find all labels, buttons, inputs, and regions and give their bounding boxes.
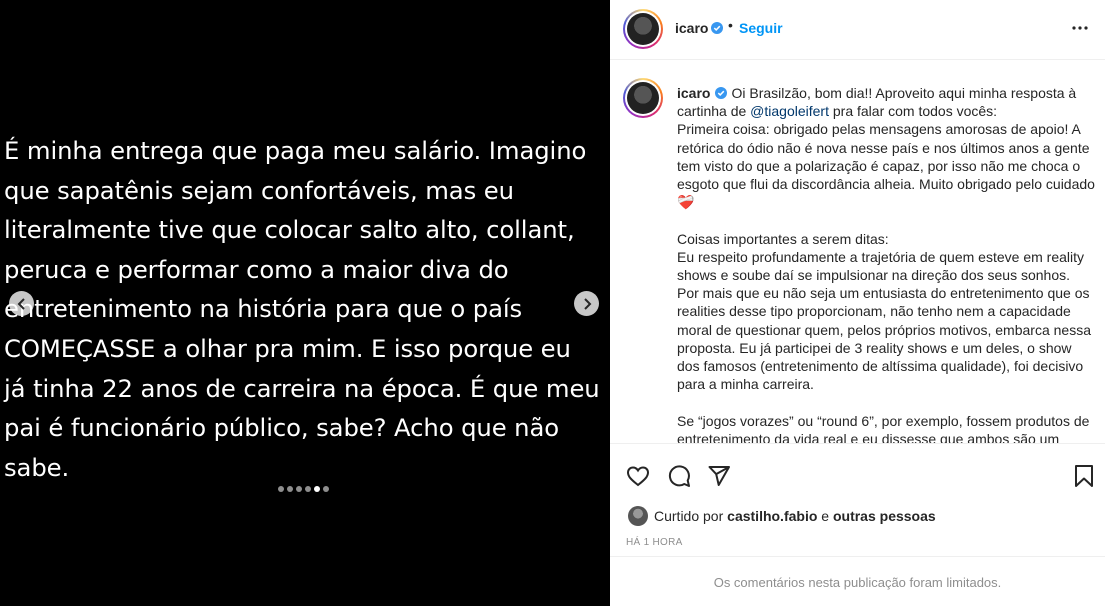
caption-username[interactable]: icaro xyxy=(677,85,710,101)
share-icon[interactable] xyxy=(707,464,731,488)
caption-text: icaro Oi Brasilzão, bom dia!! Aproveito a… xyxy=(677,84,1095,443)
post-header: icaro • Seguir xyxy=(610,0,1105,60)
caption-part-2: pra falar com todos vocês: Primeira cois… xyxy=(677,103,1095,443)
chevron-right-icon xyxy=(583,297,591,310)
separator-dot: • xyxy=(728,17,733,33)
likes-summary: Curtido por castilho.fabio e outras pess… xyxy=(628,506,936,526)
more-options-icon[interactable] xyxy=(1071,19,1089,37)
carousel-dot xyxy=(323,486,329,492)
mention-link[interactable]: @tiagoleifert xyxy=(750,103,829,119)
carousel-dot xyxy=(305,486,311,492)
carousel-indicator xyxy=(278,486,329,492)
carousel-dot xyxy=(314,486,320,492)
action-bar xyxy=(610,443,1105,500)
author-username[interactable]: icaro xyxy=(675,20,708,36)
post-media: É minha entrega que paga meu salário. Im… xyxy=(0,0,610,606)
caption-area: icaro Oi Brasilzão, bom dia!! Aproveito a… xyxy=(610,60,1105,443)
comment-icon[interactable] xyxy=(667,464,691,488)
carousel-dot xyxy=(296,486,302,492)
previous-slide-button[interactable] xyxy=(9,291,34,316)
likes-conj: e xyxy=(821,508,830,524)
next-slide-button[interactable] xyxy=(574,291,599,316)
verified-badge-icon xyxy=(711,22,723,34)
carousel-dot xyxy=(278,486,284,492)
follow-button[interactable]: Seguir xyxy=(739,20,783,36)
avatar[interactable] xyxy=(623,9,663,49)
bookmark-icon[interactable] xyxy=(1073,464,1095,488)
liker-username[interactable]: castilho.fabio xyxy=(727,508,817,524)
chevron-left-icon xyxy=(17,297,25,310)
likes-prefix: Curtido por xyxy=(654,508,724,524)
comments-limited-notice: Os comentários nesta publicação foram li… xyxy=(610,556,1105,607)
liker-avatar[interactable] xyxy=(628,506,648,526)
carousel-dot xyxy=(287,486,293,492)
post-side-panel: icaro • Seguir icaro Oi Brasilzão, bom di… xyxy=(610,0,1105,606)
verified-badge-icon xyxy=(715,87,728,99)
slide-text: É minha entrega que paga meu salário. Im… xyxy=(4,136,600,482)
heart-icon[interactable] xyxy=(626,464,650,488)
post-timestamp[interactable]: HÁ 1 HORA xyxy=(626,537,683,548)
other-likers-link[interactable]: outras pessoas xyxy=(833,508,936,524)
caption-avatar[interactable] xyxy=(623,78,663,118)
